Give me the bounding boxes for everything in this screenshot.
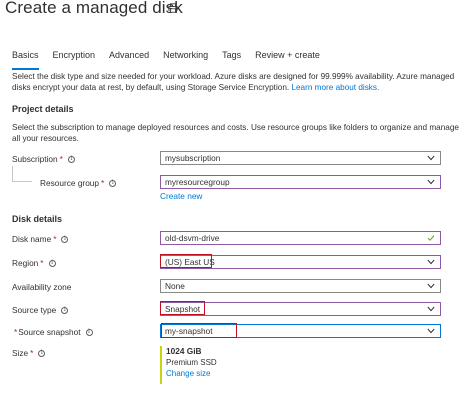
size-label-row: Size * [12,348,46,358]
resource-group-value: myresourcegroup [165,177,230,187]
tab-advanced[interactable]: Advanced [109,50,149,70]
size-tier: Premium SSD [166,358,217,367]
source-snapshot-value: my-snapshot [165,326,213,336]
source-type-label: Source type [12,305,57,315]
source-type-label-row: Source type [12,305,69,315]
checkmark-icon [427,235,435,241]
tab-bar: Basics Encryption Advanced Networking Ta… [12,50,334,70]
disk-name-value: old-dsvm-drive [165,233,220,243]
resource-group-label-row: Resource group * [40,178,117,188]
tab-review-create[interactable]: Review + create [255,50,320,70]
page-title: Create a managed disk [5,0,183,17]
required-marker: * [30,348,34,358]
tab-basics[interactable]: Basics [12,50,39,70]
chevron-down-icon [427,306,435,312]
info-icon[interactable] [61,235,69,243]
chevron-down-icon [427,328,435,334]
disk-name-input[interactable]: old-dsvm-drive [160,231,441,245]
required-marker: * [101,178,105,188]
subscription-select[interactable]: mysubscription [160,151,441,165]
resource-group-select[interactable]: myresourcegroup [160,175,441,189]
availability-zone-select[interactable]: None [160,279,441,293]
source-snapshot-label: Source snapshot [18,327,81,337]
learn-more-link[interactable]: Learn more about disks. [291,83,379,92]
project-description: Select the subscription to manage deploy… [12,123,459,143]
project-details-heading: Project details [12,104,74,114]
availability-zone-label-row: Availability zone [12,282,71,292]
source-snapshot-label-row: * Source snapshot [14,327,93,337]
tab-encryption[interactable]: Encryption [53,50,96,70]
region-value: (US) East US [165,257,215,267]
chevron-down-icon [427,155,435,161]
subscription-label: Subscription [12,154,58,164]
info-icon[interactable] [109,179,117,187]
tree-connector [12,166,13,182]
tree-connector [12,181,32,182]
change-size-link[interactable]: Change size [166,368,246,379]
source-snapshot-select[interactable]: my-snapshot [160,324,441,338]
tab-networking[interactable]: Networking [163,50,208,70]
subscription-value: mysubscription [165,153,221,163]
chevron-down-icon [427,179,435,185]
required-marker: * [40,258,44,268]
chevron-down-icon [427,259,435,265]
info-icon[interactable] [61,306,69,314]
info-icon[interactable] [38,349,46,357]
print-icon[interactable] [168,3,178,13]
required-marker: * [59,154,63,164]
subscription-label-row: Subscription * [12,154,75,164]
required-marker: * [53,234,57,244]
disk-name-label: Disk name [12,234,52,244]
region-label-row: Region * [12,258,56,268]
disk-name-label-row: Disk name * [12,234,69,244]
create-new-link[interactable]: Create new [160,191,202,201]
region-select[interactable]: (US) East US [160,255,441,269]
size-summary: 1024 GiB Premium SSD Change size [160,346,246,384]
availability-zone-value: None [165,281,185,291]
tab-tags[interactable]: Tags [222,50,241,70]
source-type-select[interactable]: Snapshot [160,302,441,316]
info-icon[interactable] [85,328,93,336]
chevron-down-icon [427,283,435,289]
resource-group-label: Resource group [40,178,100,188]
source-type-value: Snapshot [165,304,201,314]
info-icon[interactable] [67,155,75,163]
info-icon[interactable] [48,259,56,267]
size-value: 1024 GiB [166,346,202,356]
availability-zone-label: Availability zone [12,282,72,292]
required-marker: * [14,327,18,337]
size-label: Size [12,348,29,358]
disk-details-heading: Disk details [12,214,63,224]
intro-text: Select the disk type and size needed for… [12,72,455,92]
intro-description: Select the disk type and size needed for… [12,71,467,93]
region-label: Region [12,258,39,268]
